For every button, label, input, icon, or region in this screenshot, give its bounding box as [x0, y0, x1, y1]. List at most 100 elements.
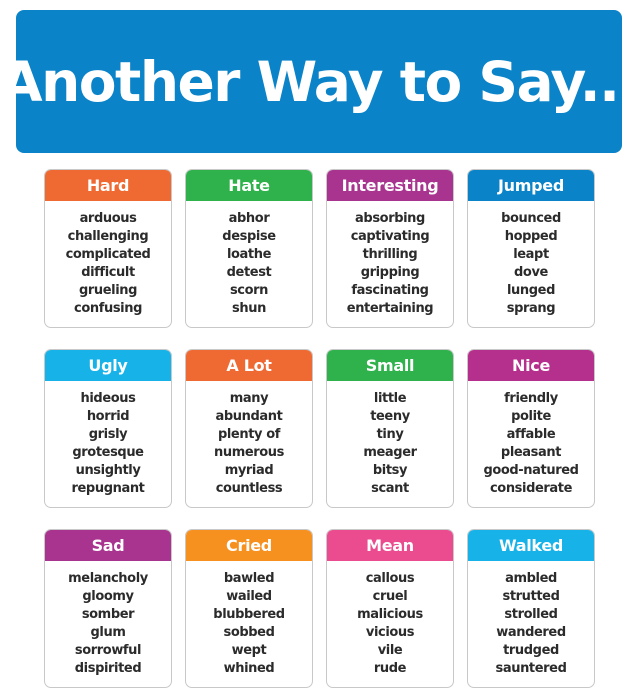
synonym-word: grueling	[78, 283, 138, 298]
synonym-word: bawled	[223, 571, 275, 586]
synonym-word: tiny	[376, 427, 404, 442]
synonym-word: myriad	[224, 463, 274, 478]
synonym-word: absorbing	[355, 211, 425, 226]
synonym-word: numerous	[213, 445, 284, 460]
card-heading: Sad	[45, 530, 171, 561]
synonym-word: little	[373, 391, 407, 406]
synonym-word: vicious	[365, 625, 415, 640]
card-heading: A Lot	[186, 350, 312, 381]
synonym-card-hate: Hate abhor despise loathe detest scorn shun	[185, 169, 313, 328]
synonym-card-a-lot: A Lot many abundant plenty of numerous myriad…	[185, 349, 313, 508]
card-heading: Ugly	[45, 350, 171, 381]
synonym-word: glum	[90, 625, 126, 640]
card-heading: Interesting	[327, 170, 453, 201]
card-heading: Hard	[45, 170, 171, 201]
synonym-list: bawled wailed blubbered sobbed wept whined	[186, 561, 312, 678]
page-title: Another Way to Say...	[0, 49, 639, 114]
title-banner: Another Way to Say...	[0, 10, 639, 153]
synonym-card-grid: Hard arduous challenging complicated difficu…	[44, 169, 595, 688]
synonym-card-small: Small little teeny tiny meager bitsy scant	[326, 349, 454, 508]
synonym-word: strutted	[502, 589, 560, 604]
synonym-list: friendly polite affable pleasant good-nature…	[468, 381, 594, 498]
synonym-list: abhor despise loathe detest scorn shun	[186, 201, 312, 318]
card-heading: Cried	[186, 530, 312, 561]
synonym-word: unsightly	[75, 463, 141, 478]
synonym-card-mean: Mean callous cruel malicious vicious vile rude	[326, 529, 454, 688]
card-heading: Hate	[186, 170, 312, 201]
synonym-word: sprang	[506, 301, 556, 316]
synonym-word: abhor	[228, 211, 270, 226]
synonym-word: somber	[81, 607, 135, 622]
synonym-word: abundant	[215, 409, 283, 424]
synonym-word: despise	[222, 229, 276, 244]
synonym-word: captivating	[350, 229, 430, 244]
card-heading: Nice	[468, 350, 594, 381]
synonym-word: considerate	[489, 481, 573, 496]
synonym-word: gloomy	[82, 589, 134, 604]
synonym-word: many	[229, 391, 269, 406]
card-heading: Small	[327, 350, 453, 381]
synonym-word: whined	[223, 661, 275, 676]
synonym-word: shun	[232, 301, 266, 316]
synonym-word: bitsy	[372, 463, 408, 478]
synonym-word: challenging	[67, 229, 149, 244]
synonym-word: thrilling	[362, 247, 418, 262]
card-heading: Jumped	[468, 170, 594, 201]
synonym-word: horrid	[86, 409, 130, 424]
synonym-list: bounced hopped leapt dove lunged sprang	[468, 201, 594, 318]
synonym-word: sobbed	[223, 625, 275, 640]
synonym-card-sad: Sad melancholy gloomy somber glum sorrowful di…	[44, 529, 172, 688]
synonym-word: scorn	[229, 283, 269, 298]
synonym-word: wept	[231, 643, 267, 658]
synonym-word: affable	[506, 427, 556, 442]
synonym-list: ambled strutted strolled wandered trudged sau…	[468, 561, 594, 678]
synonym-word: gripping	[360, 265, 420, 280]
synonym-word: friendly	[504, 391, 558, 406]
synonym-word: cruel	[372, 589, 408, 604]
synonym-word: wailed	[226, 589, 272, 604]
synonym-word: sorrowful	[74, 643, 142, 658]
synonym-word: scant	[371, 481, 409, 496]
synonym-card-cried: Cried bawled wailed blubbered sobbed wept whin…	[185, 529, 313, 688]
synonym-word: ambled	[505, 571, 557, 586]
synonym-list: melancholy gloomy somber glum sorrowful dispi…	[45, 561, 171, 678]
synonym-word: wandered	[496, 625, 566, 640]
synonym-word: melancholy	[68, 571, 148, 586]
synonym-word: malicious	[357, 607, 423, 622]
synonym-card-ugly: Ugly hideous horrid grisly grotesque unsightl…	[44, 349, 172, 508]
synonym-word: vile	[377, 643, 403, 658]
synonym-card-jumped: Jumped bounced hopped leapt dove lunged sprang	[467, 169, 595, 328]
synonym-word: grisly	[88, 427, 128, 442]
synonym-word: hideous	[80, 391, 136, 406]
synonym-word: dispirited	[74, 661, 142, 676]
synonym-word: loathe	[226, 247, 272, 262]
synonym-list: many abundant plenty of numerous myriad count…	[186, 381, 312, 498]
synonym-list: arduous challenging complicated difficult gr…	[45, 201, 171, 318]
synonym-word: difficult	[81, 265, 135, 280]
card-heading: Mean	[327, 530, 453, 561]
synonym-word: detest	[226, 265, 272, 280]
synonym-word: polite	[511, 409, 551, 424]
synonym-word: strolled	[504, 607, 558, 622]
synonym-word: dove	[514, 265, 548, 280]
synonym-list: callous cruel malicious vicious vile rude	[327, 561, 453, 678]
synonym-card-hard: Hard arduous challenging complicated difficu…	[44, 169, 172, 328]
synonym-word: lunged	[507, 283, 555, 298]
synonym-list: hideous horrid grisly grotesque unsightly rep…	[45, 381, 171, 498]
synonym-word: callous	[365, 571, 415, 586]
synonym-word: rude	[373, 661, 407, 676]
synonym-card-walked: Walked ambled strutted strolled wandered trud…	[467, 529, 595, 688]
synonym-word: good-natured	[483, 463, 579, 478]
synonym-word: blubbered	[213, 607, 285, 622]
synonym-word: countless	[215, 481, 283, 496]
synonym-word: grotesque	[72, 445, 144, 460]
synonym-word: entertaining	[346, 301, 434, 316]
synonym-word: plenty of	[217, 427, 281, 442]
synonym-word: pleasant	[500, 445, 562, 460]
synonym-word: sauntered	[495, 661, 567, 676]
synonym-word: teeny	[370, 409, 410, 424]
synonym-card-interesting: Interesting absorbing captivating thrilling…	[326, 169, 454, 328]
synonym-word: arduous	[79, 211, 137, 226]
synonym-word: trudged	[503, 643, 559, 658]
synonym-list: little teeny tiny meager bitsy scant	[327, 381, 453, 498]
